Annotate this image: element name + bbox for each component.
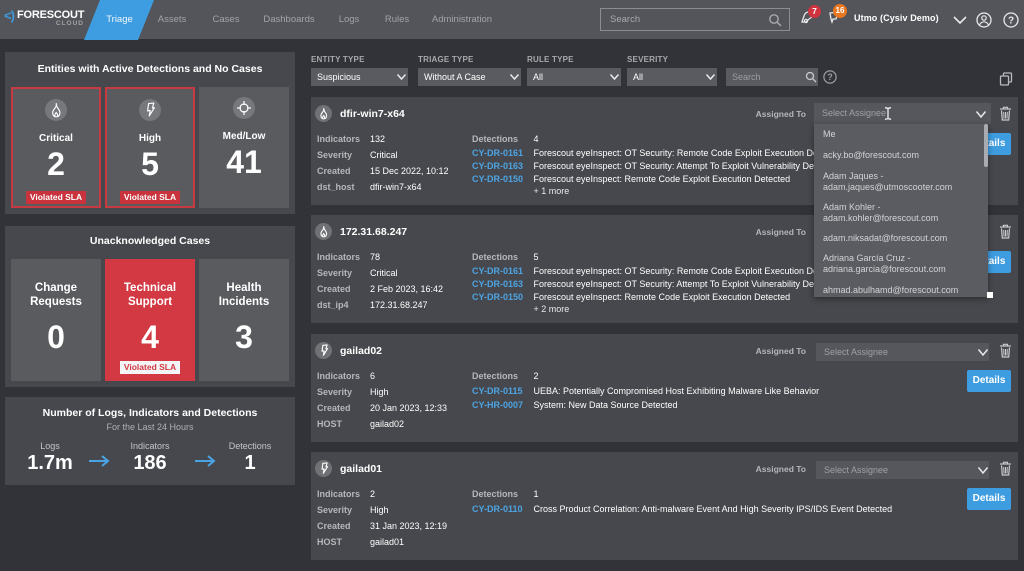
svg-text:?: ?	[1008, 16, 1014, 27]
svg-text:?: ?	[827, 72, 832, 82]
